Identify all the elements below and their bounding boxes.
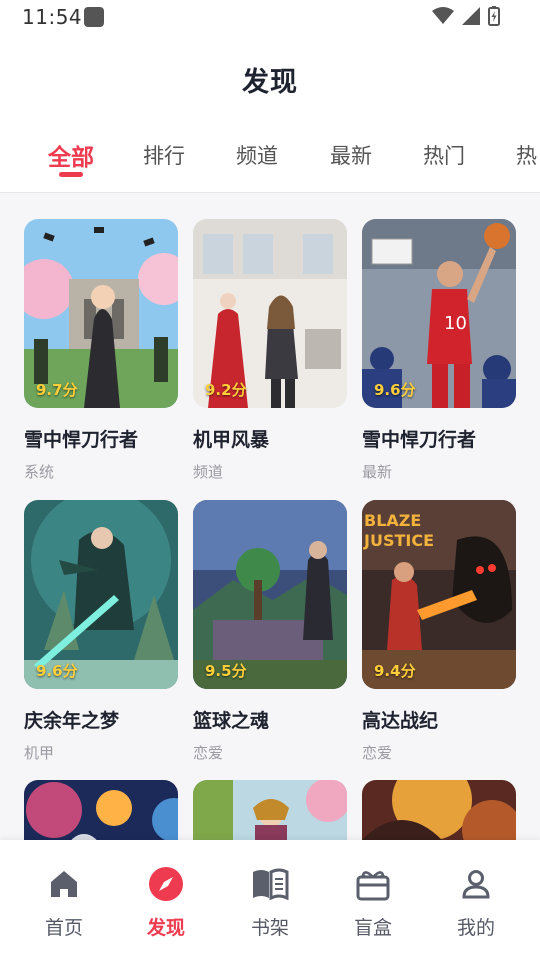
tab-active-indicator: [59, 172, 83, 177]
book-tag: 恋爱: [193, 744, 224, 762]
tab-latest[interactable]: 最新: [330, 140, 372, 170]
book-score: 9.2分: [205, 381, 247, 399]
home-icon: [51, 871, 77, 897]
category-tabs: 全部 排行 频道 最新 热门 热: [0, 134, 540, 192]
app-notification-icon: [84, 7, 104, 27]
book-cover[interactable]: 9.2分: [193, 219, 347, 408]
book-tag: 系统: [24, 463, 55, 481]
tab-channel[interactable]: 频道: [236, 140, 278, 170]
nav-blindbox[interactable]: 盲盒: [333, 864, 413, 940]
book-title[interactable]: 机甲风暴: [193, 425, 347, 452]
book-cover[interactable]: 9.5分: [193, 500, 347, 689]
cover-illustration: [362, 780, 516, 840]
page-title: 发现: [242, 67, 298, 98]
nav-discover[interactable]: 发现: [126, 864, 206, 940]
book-score: 9.6分: [36, 662, 78, 680]
book-score: 9.6分: [374, 381, 416, 399]
nav-profile-label: 我的: [456, 917, 495, 939]
book-tag: 最新: [362, 463, 393, 481]
nav-home-label: 首页: [44, 917, 83, 939]
tab-ranking[interactable]: 排行: [143, 140, 185, 170]
status-time: 11:54: [22, 5, 83, 29]
book-card[interactable]: 9.5分 篮球之魂 恋爱: [193, 500, 347, 763]
book-cover[interactable]: 9.7分: [24, 219, 178, 408]
book-card[interactable]: [362, 780, 516, 840]
book-grid: 9.7分 雪中悍刀行者 系统 9.2分 机甲风暴 频道 10 9.6分 雪中悍刀…: [0, 193, 540, 840]
tab-popular[interactable]: 热门: [423, 140, 465, 170]
book-card[interactable]: 9.6分 庆余年之梦 机甲: [24, 500, 178, 763]
book-card[interactable]: BLAZE JUSTICE 9.4分 高达战纪 恋爱: [362, 500, 516, 763]
book-tag: 频道: [193, 463, 224, 481]
book-card[interactable]: [24, 780, 178, 840]
user-icon: [462, 870, 490, 899]
book-tag: 机甲: [24, 744, 55, 762]
compass-icon: [149, 867, 183, 901]
book-cover[interactable]: BLAZE JUSTICE 9.4分: [362, 500, 516, 689]
svg-text:BLAZE: BLAZE: [364, 511, 421, 530]
book-cover[interactable]: [193, 780, 347, 840]
tab-hot-partial[interactable]: 热: [516, 140, 537, 170]
book-card[interactable]: 10 9.6分 雪中悍刀行者 最新: [362, 219, 516, 482]
nav-bookshelf-label: 书架: [250, 917, 289, 939]
book-card[interactable]: [193, 780, 347, 840]
status-indicators: [432, 6, 500, 26]
tab-all[interactable]: 全部: [48, 138, 94, 172]
book-title[interactable]: 雪中悍刀行者: [24, 425, 178, 452]
nav-home[interactable]: 首页: [24, 864, 104, 940]
nav-bookshelf[interactable]: 书架: [230, 864, 310, 940]
svg-text:JUSTICE: JUSTICE: [363, 531, 434, 550]
book-title[interactable]: 篮球之魂: [193, 706, 347, 733]
cover-illustration: [24, 780, 178, 840]
gift-box-icon: [356, 871, 390, 901]
book-icon: [253, 868, 289, 900]
book-cover[interactable]: 9.6分: [24, 500, 178, 689]
book-score: 9.4分: [374, 662, 416, 680]
bottom-navigation: 首页 发现 书架 盲盒 我的: [0, 840, 540, 960]
nav-blindbox-label: 盲盒: [353, 917, 392, 939]
battery-icon: [488, 6, 500, 26]
wifi-icon: [432, 7, 454, 24]
cover-illustration: [193, 780, 347, 840]
nav-discover-label: 发现: [146, 917, 185, 939]
book-card[interactable]: 9.7分 雪中悍刀行者 系统: [24, 219, 178, 482]
book-score: 9.5分: [205, 662, 247, 680]
nav-profile[interactable]: 我的: [436, 864, 516, 940]
book-cover[interactable]: 10 9.6分: [362, 219, 516, 408]
book-title[interactable]: 庆余年之梦: [24, 706, 178, 733]
book-card[interactable]: 9.2分 机甲风暴 频道: [193, 219, 347, 482]
book-title[interactable]: 高达战纪: [362, 706, 516, 733]
book-score: 9.7分: [36, 381, 78, 399]
book-tag: 恋爱: [362, 744, 393, 762]
svg-text:10: 10: [444, 313, 467, 334]
book-cover[interactable]: [362, 780, 516, 840]
book-title[interactable]: 雪中悍刀行者: [362, 425, 516, 452]
book-cover[interactable]: [24, 780, 178, 840]
signal-icon: [462, 7, 480, 25]
status-bar: 11:54: [0, 0, 540, 34]
